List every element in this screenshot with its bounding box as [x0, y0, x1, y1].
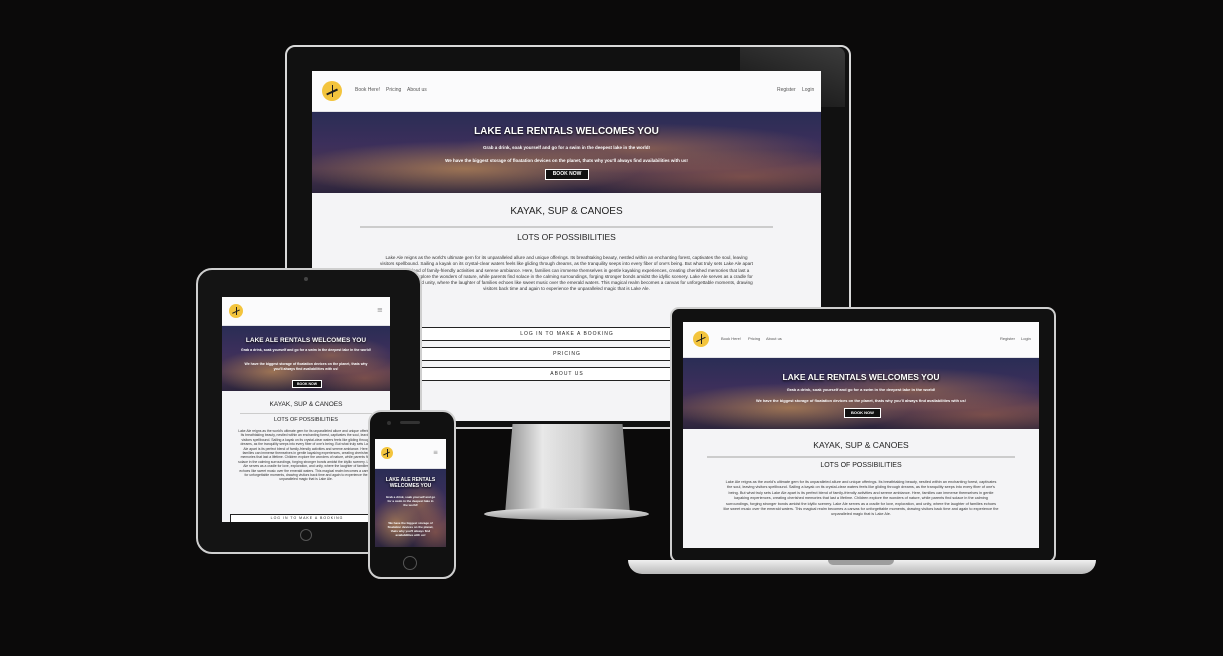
hamburger-icon[interactable]: ≡ — [433, 449, 438, 456]
nav-about-us[interactable]: About us — [766, 336, 782, 341]
nav-about-us[interactable]: About us — [407, 87, 427, 93]
section-subtitle: LOTS OF POSSIBILITIES — [820, 462, 902, 469]
logo[interactable] — [693, 331, 709, 347]
tablet-camera — [304, 277, 308, 281]
hero-title: LAKE ALE RENTALS WELCOMES YOU — [782, 372, 940, 382]
hamburger-icon[interactable]: ≡ — [377, 306, 383, 314]
section-paragraph: Lake Ale reigns as the world's ultimate … — [723, 480, 999, 517]
phone-navbar: ≡ — [375, 439, 446, 469]
nav-login[interactable]: Login — [1021, 336, 1031, 341]
hero-title: LAKE ALE RENTALS WELCOMES YOU — [245, 337, 367, 344]
book-now-button[interactable]: BOOK NOW — [844, 408, 881, 418]
phone-screen: ≡ LAKE ALE RENTALS WELCOMES YOU Grab a d… — [375, 439, 446, 547]
hero-title: LAKE ALE RENTALS WELCOMES YOU — [474, 126, 659, 137]
section-paragraph: Lake Ale reigns as the world's ultimate … — [380, 255, 753, 292]
nav-book-here[interactable]: Book Here! — [355, 87, 380, 93]
hero-subtitle: Grab a drink, soak yourself and go for a… — [786, 387, 936, 392]
section-subtitle: LOTS OF POSSIBILITIES — [274, 417, 338, 423]
nav-register[interactable]: Register — [777, 87, 796, 93]
hero-banner: LAKE ALE RENTALS WELCOMES YOU Grab a dri… — [683, 358, 1039, 429]
section-subtitle: LOTS OF POSSIBILITIES — [517, 232, 616, 242]
book-now-button[interactable]: BOOK NOW — [292, 380, 322, 388]
section-title: KAYAK, SUP & CANOES — [269, 401, 343, 408]
tablet-home-button[interactable] — [300, 529, 312, 541]
laptop-navbar: Book Here! Pricing About us Register Log… — [683, 322, 1039, 358]
phone-camera — [387, 421, 391, 425]
hero-banner: LAKE ALE RENTALS WELCOMES YOU Grab a dri… — [312, 112, 821, 193]
section-divider — [707, 456, 1015, 458]
hero-tagline: We have the biggest storage of floatatio… — [244, 362, 368, 371]
hero-subtitle: Grab a drink, soak yourself and go for a… — [241, 348, 371, 352]
hero-tagline: We have the biggest storage of floatatio… — [387, 521, 434, 537]
hero-subtitle: Grab a drink, soak yourself and go for a… — [482, 145, 651, 150]
nav-login[interactable]: Login — [802, 87, 814, 93]
section-title: KAYAK, SUP & CANOES — [813, 440, 909, 450]
nav-register[interactable]: Register — [1000, 336, 1015, 341]
nav-pricing[interactable]: Pricing — [748, 336, 760, 341]
monitor-stand — [505, 424, 630, 514]
monitor-stand-base — [484, 508, 649, 520]
logo[interactable] — [322, 81, 342, 101]
tablet-navbar: ≡ — [222, 297, 390, 326]
section-title: KAYAK, SUP & CANOES — [510, 206, 623, 217]
hero-tagline: We have the biggest storage of floatatio… — [756, 398, 966, 403]
nav-book-here[interactable]: Book Here! — [721, 336, 741, 341]
tablet-screen: ≡ LAKE ALE RENTALS WELCOMES YOU Grab a d… — [222, 297, 390, 522]
hero-tagline: We have the biggest storage of floatatio… — [445, 158, 688, 163]
hero-title: LAKE ALE RENTALS WELCOMES YOU — [385, 477, 436, 489]
book-now-button[interactable]: BOOK NOW — [545, 169, 589, 180]
nav-pricing[interactable]: Pricing — [386, 87, 401, 93]
desktop-navbar: Book Here! Pricing About us Register Log… — [312, 71, 821, 112]
laptop-notch — [828, 560, 894, 565]
phone-speaker — [400, 421, 420, 424]
section-paragraph: Lake Ale reigns as the world's ultimate … — [238, 429, 374, 482]
laptop-screen: Book Here! Pricing About us Register Log… — [683, 322, 1039, 548]
logo[interactable] — [381, 447, 393, 459]
section-divider — [360, 226, 773, 228]
logo[interactable] — [229, 304, 243, 318]
section-divider — [240, 413, 372, 414]
hero-subtitle: Grab a drink, soak yourself and go for a… — [385, 495, 436, 507]
hero-banner: LAKE ALE RENTALS WELCOMES YOU Grab a dri… — [222, 326, 390, 391]
login-booking-button[interactable]: LOG IN TO MAKE A BOOKING — [230, 514, 384, 522]
hero-banner: LAKE ALE RENTALS WELCOMES YOU Grab a dri… — [375, 469, 446, 547]
phone-home-button[interactable] — [403, 556, 417, 570]
